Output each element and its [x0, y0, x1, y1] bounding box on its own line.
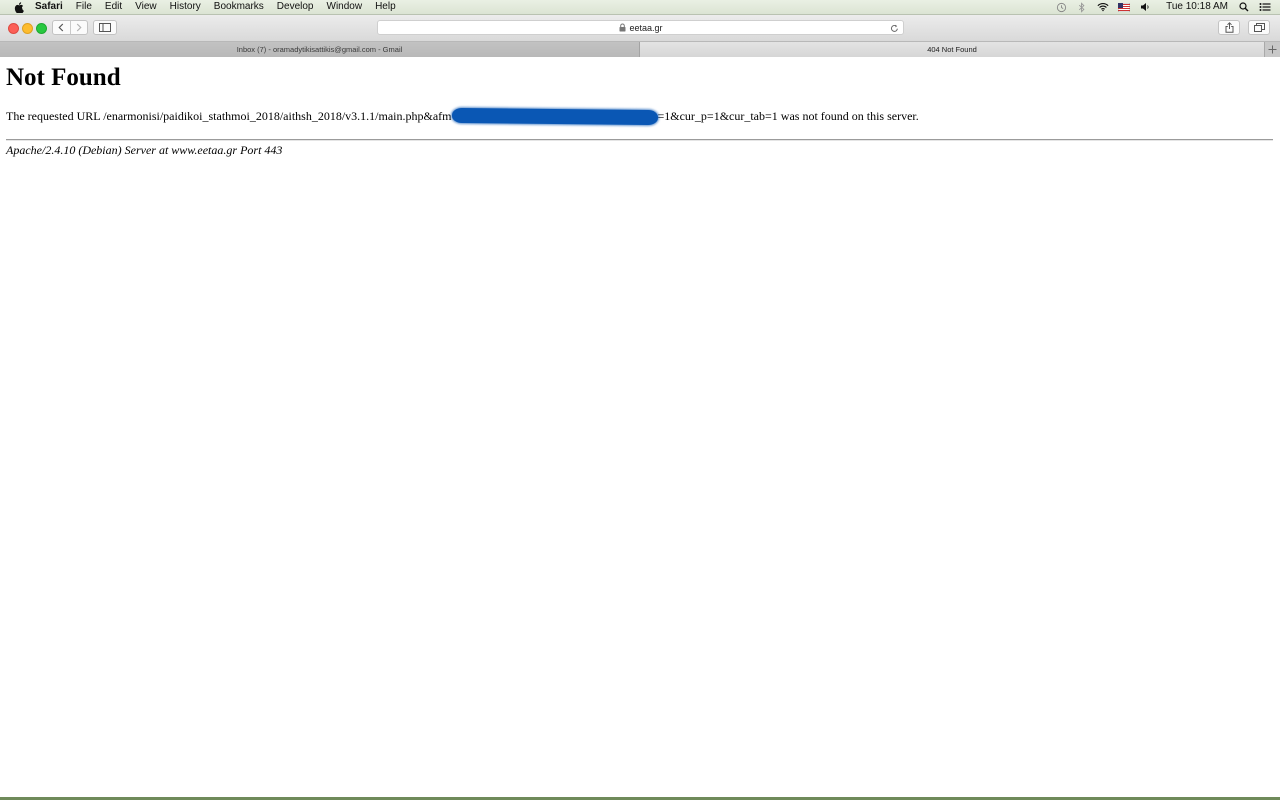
tabs-overview-icon [1253, 23, 1265, 32]
reload-icon[interactable] [889, 23, 899, 33]
menu-edit[interactable]: Edit [105, 0, 122, 14]
tab-gmail-inbox[interactable]: Inbox (7) - oramadytikisattikis@gmail.co… [0, 42, 640, 57]
show-all-tabs-button[interactable] [1248, 20, 1270, 35]
menu-bar: Safari File Edit View History Bookmarks … [0, 0, 1280, 15]
lock-icon [618, 23, 626, 32]
minimize-window-button[interactable] [22, 23, 33, 34]
menu-file[interactable]: File [76, 0, 92, 14]
tab-404-not-found[interactable]: 404 Not Found [640, 42, 1264, 57]
redaction-mark [451, 107, 658, 126]
divider [6, 139, 1273, 141]
address-bar[interactable]: eetaa.gr [377, 20, 904, 35]
us-flag-icon[interactable] [1118, 1, 1131, 13]
browser-toolbar: eetaa.gr [0, 15, 1280, 42]
tab-title: Inbox (7) - oramadytikisattikis@gmail.co… [236, 45, 403, 54]
new-tab-button[interactable] [1264, 42, 1280, 57]
time-machine-icon[interactable] [1055, 1, 1067, 13]
back-button[interactable] [53, 21, 70, 34]
error-message-start: The requested URL /enarmonisi/paidikoi_s… [6, 109, 452, 123]
close-window-button[interactable] [8, 23, 19, 34]
menu-view[interactable]: View [135, 0, 157, 14]
wifi-icon[interactable] [1097, 1, 1109, 13]
page-title: Not Found [6, 64, 121, 91]
menu-app-safari[interactable]: Safari [35, 0, 63, 14]
share-button[interactable] [1218, 20, 1240, 35]
menu-bookmarks[interactable]: Bookmarks [214, 0, 264, 14]
menu-history[interactable]: History [170, 0, 201, 14]
forward-button[interactable] [69, 21, 88, 34]
share-icon [1225, 22, 1233, 33]
chevron-right-icon [76, 23, 82, 32]
notification-center-icon[interactable] [1259, 1, 1271, 13]
zoom-window-button[interactable] [36, 23, 47, 34]
error-message: The requested URL /enarmonisi/paidikoi_s… [6, 107, 919, 126]
address-text: eetaa.gr [629, 22, 663, 33]
menu-develop[interactable]: Develop [277, 0, 314, 14]
server-signature: Apache/2.4.10 (Debian) Server at www.eet… [6, 143, 283, 157]
status-area: Tue 10:18 AM [1055, 0, 1280, 14]
volume-icon[interactable] [1139, 1, 1151, 13]
sidebar-icon [99, 23, 111, 32]
menu-window[interactable]: Window [327, 0, 363, 14]
navigation-buttons [52, 20, 88, 35]
tab-bar: Inbox (7) - oramadytikisattikis@gmail.co… [0, 42, 1280, 58]
menu-help[interactable]: Help [375, 0, 396, 14]
show-sidebar-button[interactable] [93, 20, 117, 35]
tab-title: 404 Not Found [927, 45, 977, 54]
page-content: Not Found The requested URL /enarmonisi/… [0, 57, 1280, 797]
bluetooth-icon[interactable] [1076, 1, 1088, 13]
apple-menu-icon[interactable] [13, 1, 25, 13]
spotlight-icon[interactable] [1238, 1, 1250, 13]
error-message-end: =1&cur_p=1&cur_tab=1 was not found on th… [657, 109, 919, 123]
safari-window: eetaa.gr Inbox (7) - oramadytikisattikis… [0, 15, 1280, 797]
plus-icon [1268, 45, 1277, 54]
menu-bar-clock[interactable]: Tue 10:18 AM [1166, 0, 1228, 14]
chevron-left-icon [58, 23, 64, 32]
